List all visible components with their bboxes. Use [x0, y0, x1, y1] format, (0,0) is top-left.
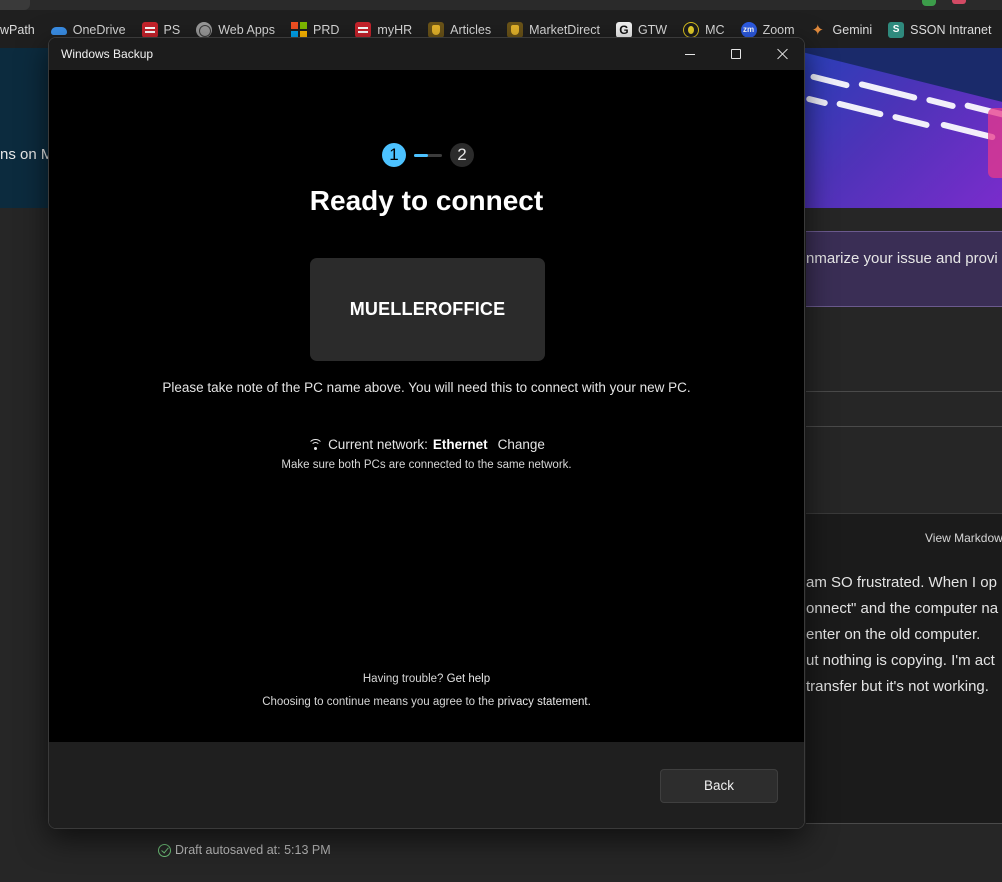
network-hint: Make sure both PCs are connected to the …: [281, 459, 572, 471]
draft-status-text: Draft autosaved at: 5:13 PM: [175, 843, 331, 857]
bookmark-myhr[interactable]: myHR: [355, 22, 412, 38]
bookmark-ps[interactable]: PS: [141, 22, 181, 38]
view-markdown-link[interactable]: View Markdow: [925, 531, 1002, 545]
windows-logo-icon: [291, 22, 307, 38]
bookmark-zoom[interactable]: zm Zoom: [740, 22, 795, 38]
divider: [806, 391, 1002, 392]
bookmark-mc[interactable]: MC: [683, 22, 725, 38]
bookmark-label: wPath: [0, 23, 35, 37]
bookmark-web-apps[interactable]: Web Apps: [196, 22, 275, 38]
gold-mascot-icon: [507, 22, 524, 38]
gemini-sparkle-icon: [811, 21, 827, 39]
bookmark-label: Web Apps: [218, 23, 275, 37]
onedrive-cloud-icon: [50, 22, 67, 38]
oracle-red-icon: [141, 22, 158, 38]
pc-name-card: MUELLEROFFICE: [310, 258, 545, 361]
wifi-icon: [308, 438, 324, 451]
issue-summary-box[interactable]: [806, 231, 1002, 307]
close-button[interactable]: [759, 38, 804, 70]
windows-backup-window: Windows Backup 1 2 Ready to connect MUEL…: [48, 37, 805, 829]
globe-icon: [196, 22, 213, 38]
bookmark-articles[interactable]: Articles: [428, 22, 491, 38]
privacy-statement-link[interactable]: privacy statement.: [497, 696, 590, 708]
gold-mascot-icon: [428, 22, 445, 38]
bookmark-gtw[interactable]: G GTW: [615, 22, 668, 38]
bookmark-gemini[interactable]: Gemini: [811, 21, 873, 39]
bookmark-label: Zoom: [762, 23, 795, 37]
browser-tab[interactable]: [0, 0, 30, 10]
dialog-content: 1 2 Ready to connect MUELLEROFFICE Pleas…: [49, 70, 804, 742]
bookmark-label: Articles: [450, 23, 492, 37]
change-network-link[interactable]: Change: [498, 437, 545, 452]
draft-status: Draft autosaved at: 5:13 PM: [158, 843, 331, 857]
sharepoint-icon: S: [888, 22, 905, 38]
dialog-footer: Back: [49, 742, 804, 828]
post-line: am SO frustrated. When I op: [806, 574, 997, 591]
maximize-button[interactable]: [713, 38, 759, 70]
bookmark-sson-intranet[interactable]: S SSON Intranet: [888, 22, 991, 38]
close-icon: [776, 48, 788, 60]
minimize-button[interactable]: [667, 38, 713, 70]
post-line: ut nothing is copying. I'm act: [806, 652, 995, 669]
help-prefix: Having trouble?: [362, 673, 444, 685]
bookmark-label: PRD: [313, 23, 340, 37]
pc-name: MUELLEROFFICE: [349, 299, 506, 319]
check-circle-icon: [158, 843, 171, 857]
oracle-red-icon: [355, 22, 372, 38]
extension-badge-icon[interactable]: [922, 0, 936, 6]
g-letter-icon: G: [615, 22, 632, 38]
post-line: onnect" and the computer na: [806, 600, 999, 617]
bookmark-label: MarketDirect: [529, 23, 600, 37]
bookmark-prd[interactable]: PRD: [291, 22, 339, 38]
page-title: Ready to connect: [309, 185, 544, 216]
bookmark-label: SSON Intranet: [910, 23, 992, 37]
bookmark-label: Gemini: [832, 23, 873, 37]
banner-illustration: [800, 48, 1002, 208]
bookmark-wpath[interactable]: wPath: [0, 23, 35, 37]
post-line: enter on the old computer.: [806, 626, 981, 643]
post-line: transfer but it's not working.: [806, 678, 989, 695]
bookmark-label: OneDrive: [72, 23, 126, 37]
step-current: 1: [382, 143, 406, 167]
get-help-link[interactable]: Get help: [447, 673, 490, 685]
post-body[interactable]: am SO frustrated. When I op onnect" and …: [806, 570, 998, 700]
network-status: Current network: Ethernet Change: [49, 437, 804, 452]
browser-tab-strip: [0, 0, 1002, 10]
bookmark-marketdirect[interactable]: MarketDirect: [507, 22, 600, 38]
extension-icon[interactable]: [952, 0, 966, 4]
help-line: Having trouble? Get help: [49, 673, 804, 685]
step-indicator: 1 2: [382, 143, 474, 167]
banner-title: ns on M: [0, 146, 54, 163]
step-next: 2: [450, 143, 474, 167]
bookmark-label: PS: [163, 23, 181, 37]
network-label: Current network:: [328, 437, 428, 452]
issue-summary-prompt: nmarize your issue and provi: [806, 250, 998, 267]
bookmark-label: MC: [705, 23, 725, 37]
privacy-line: Choosing to continue means you agree to …: [49, 696, 804, 708]
step-progress-fill: [414, 154, 428, 157]
zoom-icon: zm: [740, 22, 757, 38]
window-title: Windows Backup: [61, 47, 154, 61]
divider: [806, 426, 1002, 427]
bookmark-onedrive[interactable]: OneDrive: [50, 22, 126, 38]
back-button[interactable]: Back: [660, 769, 778, 803]
minimize-icon: [685, 53, 695, 55]
pc-name-note: Please take note of the PC name above. Y…: [162, 380, 691, 395]
privacy-prefix: Choosing to continue means you agree to …: [262, 696, 495, 708]
maximize-icon: [731, 49, 741, 59]
title-bar[interactable]: Windows Backup: [49, 38, 804, 70]
bookmark-label: myHR: [377, 23, 413, 37]
bookmark-label: GTW: [637, 23, 668, 37]
mc-logo-icon: [683, 22, 700, 38]
network-name: Ethernet: [432, 437, 488, 452]
